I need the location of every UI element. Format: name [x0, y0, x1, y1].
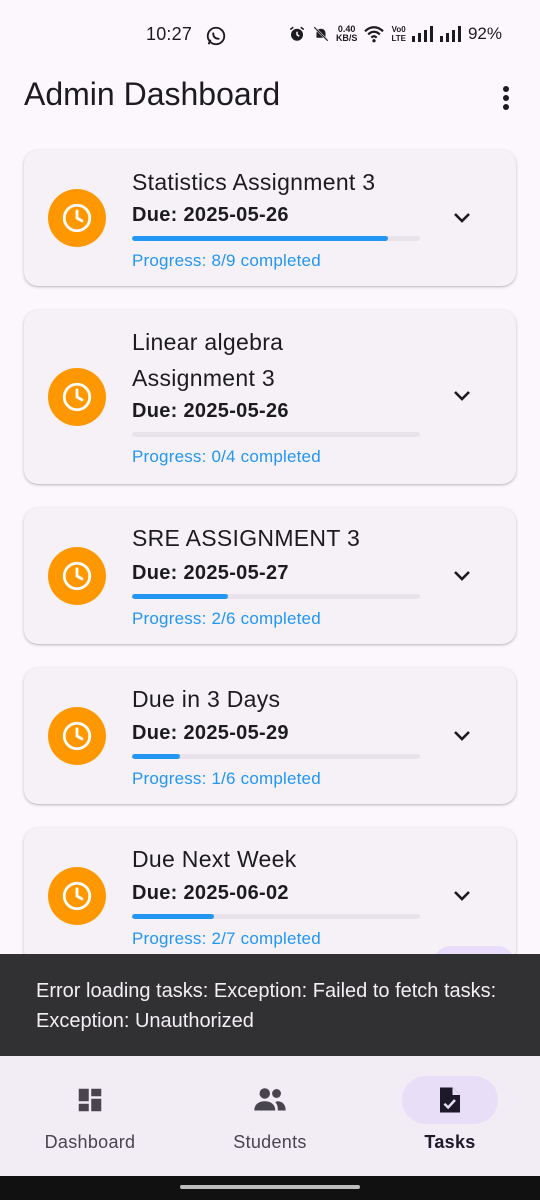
clock-icon — [48, 867, 106, 925]
expand-button[interactable] — [448, 882, 476, 910]
dashboard-icon — [78, 1088, 102, 1112]
alarm-icon — [289, 26, 305, 41]
clock-icon — [48, 368, 106, 426]
people-icon — [254, 1088, 286, 1111]
expand-button[interactable] — [448, 722, 476, 750]
task-title: Due Next Week — [132, 846, 297, 872]
task-due-date: Due: 2025-05-26 — [132, 400, 289, 422]
task-title: Linear algebra Assignment 3 — [132, 329, 284, 391]
snackbar-message: Error loading tasks: Exception: Failed t… — [36, 980, 497, 1032]
nav-item-students[interactable]: Students — [180, 1056, 360, 1176]
more-vert-icon — [503, 86, 509, 110]
task-progress-bar — [132, 914, 420, 919]
mute-icon — [313, 26, 329, 42]
status-bar: 10:27 0.40 KB/S Vo0 LTE 92% — [0, 0, 540, 72]
signal-icon — [411, 26, 433, 42]
task-card[interactable]: Due Next Week Due: 2025-06-02 Progress: … — [24, 828, 516, 954]
task-progress-text: Progress: 8/9 completed — [132, 251, 321, 270]
more-options-button[interactable] — [492, 80, 520, 116]
nav-label: Tasks — [424, 1132, 476, 1152]
wifi-icon — [364, 26, 385, 43]
nav-item-dashboard[interactable]: Dashboard — [0, 1056, 180, 1176]
task-progress-bar — [132, 236, 420, 241]
clock-icon — [48, 547, 106, 605]
chevron-down-icon — [454, 391, 470, 401]
task-progress-text: Progress: 1/6 completed — [132, 769, 321, 788]
task-title: SRE ASSIGNMENT 3 — [132, 525, 361, 551]
task-card[interactable]: Due in 3 Days Due: 2025-05-29 Progress: … — [24, 668, 516, 804]
status-icons: 0.40 KB/S Vo0 LTE 92% — [288, 24, 502, 44]
expand-button[interactable] — [448, 204, 476, 232]
task-due-date: Due: 2025-05-29 — [132, 722, 289, 744]
nav-item-tasks[interactable]: Tasks — [360, 1056, 540, 1176]
home-handle[interactable] — [180, 1185, 360, 1189]
signal-icon — [439, 26, 461, 42]
task-progress-text: Progress: 0/4 completed — [132, 447, 321, 466]
task-progress-text: Progress: 2/7 completed — [132, 929, 321, 948]
task-progress-fill — [132, 914, 215, 919]
error-snackbar: Error loading tasks: Exception: Failed t… — [0, 954, 540, 1056]
task-progress-text: Progress: 2/6 completed — [132, 609, 321, 628]
task-due-date: Due: 2025-05-27 — [132, 562, 289, 584]
status-time: 10:27 — [146, 24, 193, 44]
task-progress-bar — [132, 754, 420, 759]
app-bar: Admin Dashboard — [0, 72, 540, 128]
battery-level: 92% — [467, 24, 502, 43]
expand-button[interactable] — [448, 382, 476, 410]
expand-button[interactable] — [448, 562, 476, 590]
gesture-bar — [0, 1176, 540, 1200]
task-due-date: Due: 2025-05-26 — [132, 204, 289, 226]
page-title: Admin Dashboard — [24, 76, 281, 112]
whatsapp-icon — [206, 26, 226, 46]
task-card[interactable]: Statistics Assignment 3 Due: 2025-05-26 … — [24, 150, 516, 286]
volte-line2: LTE — [391, 34, 406, 43]
task-icon — [440, 1087, 460, 1113]
clock-icon — [48, 189, 106, 247]
volte-badge: Vo0 LTE — [391, 25, 406, 43]
task-progress-bar — [132, 594, 420, 599]
task-card[interactable]: Linear algebra Assignment 3 Due: 2025-05… — [24, 310, 516, 484]
chevron-down-icon — [454, 891, 470, 901]
task-progress-bar — [132, 432, 420, 437]
task-list[interactable]: Statistics Assignment 3 Due: 2025-05-26 … — [0, 128, 540, 954]
clock-icon — [48, 707, 106, 765]
nav-label: Students — [233, 1132, 307, 1152]
task-title: Statistics Assignment 3 — [132, 169, 376, 195]
task-card[interactable]: SRE ASSIGNMENT 3 Due: 2025-05-27 Progres… — [24, 508, 516, 644]
bottom-navigation: Dashboard Students Tasks — [0, 1056, 540, 1176]
nav-indicator — [402, 1076, 498, 1124]
task-title: Due in 3 Days — [132, 686, 281, 712]
chevron-down-icon — [454, 213, 470, 223]
task-progress-fill — [132, 594, 228, 599]
chevron-down-icon — [454, 571, 470, 581]
task-progress-fill — [132, 236, 389, 241]
nav-label: Dashboard — [44, 1132, 136, 1152]
chevron-down-icon — [454, 731, 470, 741]
network-speed-unit: KB/S — [335, 33, 358, 43]
task-progress-fill — [132, 754, 181, 759]
task-due-date: Due: 2025-06-02 — [132, 882, 289, 904]
nav-indicator — [222, 1076, 318, 1124]
volte-line1: Vo0 — [391, 25, 406, 34]
nav-indicator — [42, 1076, 138, 1124]
network-speed: 0.40 KB/S — [336, 25, 358, 43]
